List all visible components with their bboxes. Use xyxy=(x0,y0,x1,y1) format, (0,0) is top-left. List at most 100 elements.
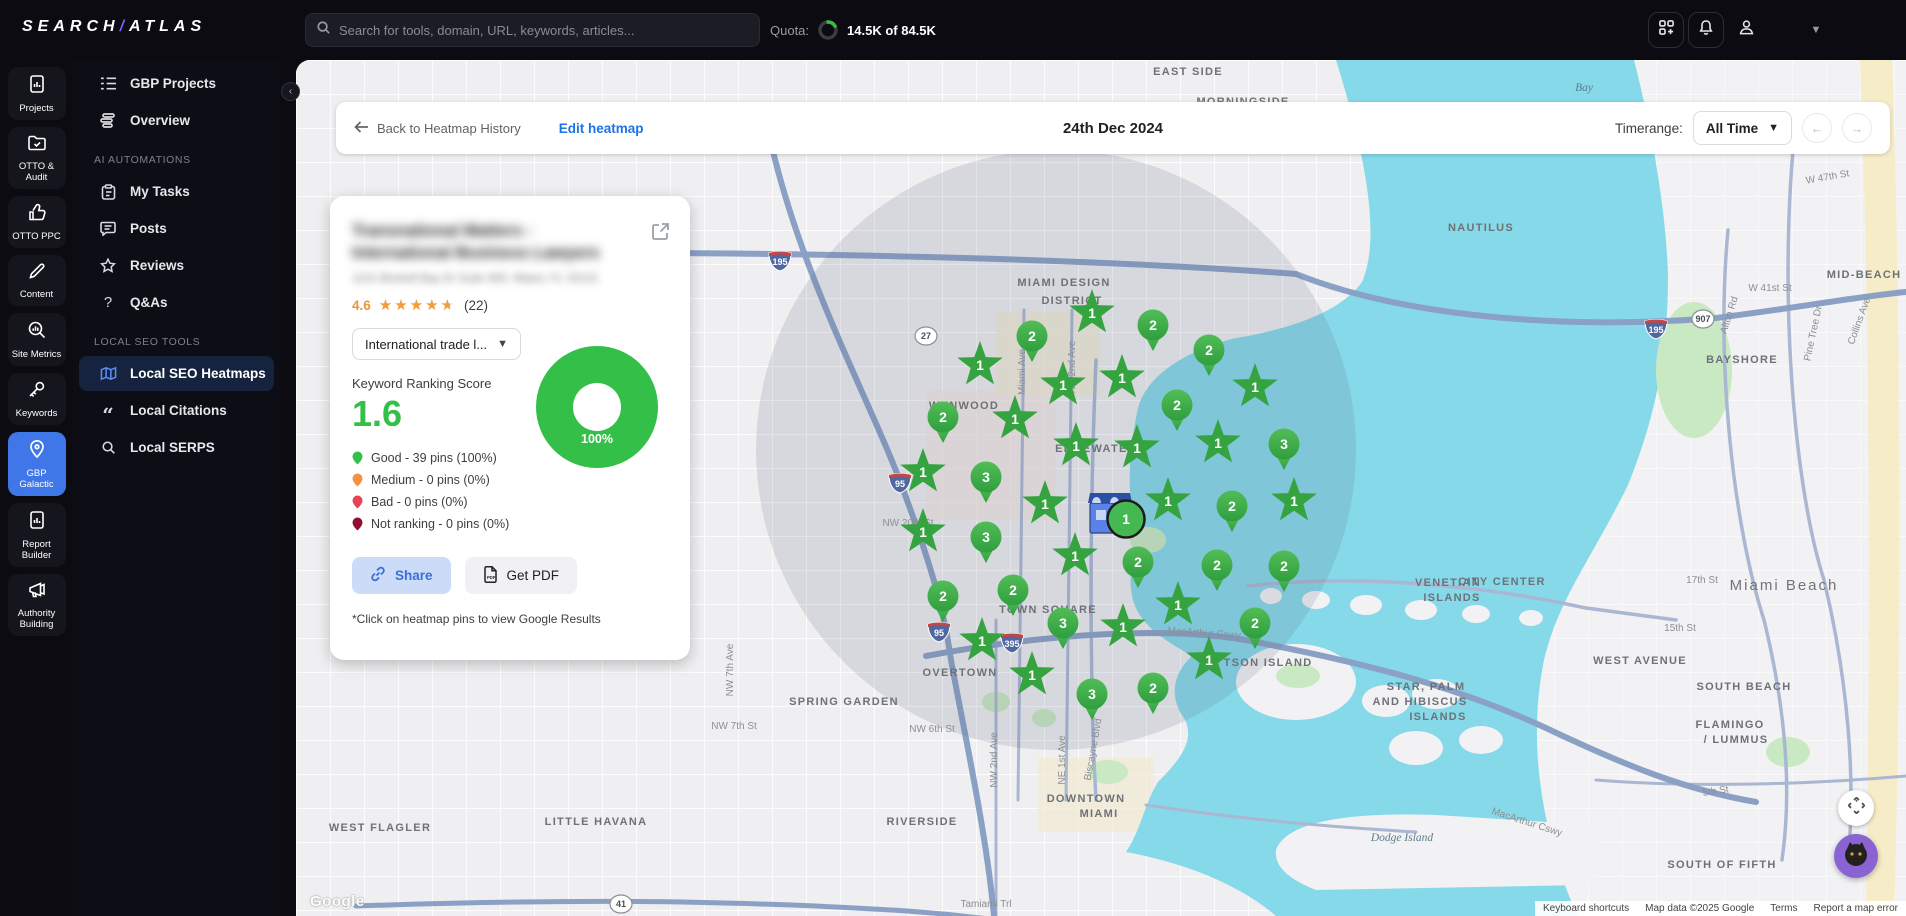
svg-text:95: 95 xyxy=(895,479,905,489)
business-pin-badge[interactable]: 1 xyxy=(1108,501,1145,538)
back-to-history-link[interactable]: Back to Heatmap History xyxy=(354,121,521,136)
link-icon xyxy=(370,566,386,585)
map-label: Dodge Island xyxy=(1370,832,1434,844)
rail-item-content[interactable]: Content xyxy=(8,255,66,306)
timerange-select[interactable]: All Time ▼ xyxy=(1693,111,1792,145)
route-shield: 27 xyxy=(915,327,937,345)
sidebar-item-reviews[interactable]: Reviews xyxy=(79,248,274,283)
svg-text:2: 2 xyxy=(1134,554,1142,570)
sidebar-item-label: Local SEO Heatmaps xyxy=(130,366,266,381)
get-pdf-label: Get PDF xyxy=(507,568,560,583)
legend-label: Good - 39 pins (100%) xyxy=(371,451,497,465)
get-pdf-button[interactable]: PDF Get PDF xyxy=(465,557,578,594)
rail-item-label: Content xyxy=(20,289,53,300)
clipboard-icon xyxy=(99,184,117,200)
attribution-item[interactable]: Keyboard shortcuts xyxy=(1535,901,1637,916)
heatmap-header-bar: Back to Heatmap History Edit heatmap 24t… xyxy=(336,102,1890,154)
logo-slash-icon: / xyxy=(120,18,129,35)
search-input[interactable] xyxy=(339,23,749,38)
sidebar-item-qas[interactable]: ? Q&As xyxy=(79,285,274,320)
chat-widget-button[interactable] xyxy=(1834,834,1878,878)
rail-item-label: OTTO PPC xyxy=(12,231,60,242)
map-canvas[interactable]: EAST SIDEMORNINGSIDEBayW 47th StNAUTILUS… xyxy=(296,60,1906,916)
global-search[interactable] xyxy=(305,13,760,47)
external-link-icon[interactable] xyxy=(651,222,670,246)
app-logo: SEARCH/ATLAS xyxy=(22,18,206,36)
account-menu-caret[interactable]: ▼ xyxy=(1798,12,1834,48)
map-label: DOWNTOWN xyxy=(1047,793,1126,805)
back-link-label: Back to Heatmap History xyxy=(377,121,521,136)
search-chart-icon xyxy=(27,320,47,345)
sidebar-item-local-seo-heatmaps[interactable]: Local SEO Heatmaps xyxy=(79,356,274,391)
svg-text:1: 1 xyxy=(976,357,984,373)
rail-item-keywords[interactable]: Keywords xyxy=(8,373,66,425)
sidebar-item-my-tasks[interactable]: My Tasks xyxy=(79,174,274,209)
map-label: Bay xyxy=(1575,82,1594,94)
sidebar-item-overview[interactable]: Overview xyxy=(79,103,274,138)
quota-indicator: Quota: 14.5K of 84.5K xyxy=(770,0,936,60)
account-button[interactable] xyxy=(1728,12,1764,48)
next-date-button[interactable]: → xyxy=(1842,113,1872,143)
keyword-dropdown[interactable]: International trade l... ▼ xyxy=(352,328,521,360)
list-icon xyxy=(99,76,117,91)
sidebar: GBP Projects Overview AI AUTOMATIONS My … xyxy=(73,60,280,916)
map-label: 17th St xyxy=(1686,575,1718,586)
ranking-donut-chart: 100% xyxy=(536,346,658,468)
map-label: VENETIAN xyxy=(1415,577,1481,589)
svg-text:3: 3 xyxy=(982,469,990,485)
rail-item-site-metrics[interactable]: Site Metrics xyxy=(8,313,66,366)
map-label: Miami Beach xyxy=(1730,577,1839,594)
donut-hole xyxy=(573,383,621,431)
legend-label: Not ranking - 0 pins (0%) xyxy=(371,517,509,531)
rail-item-gbp-galactic[interactable]: GBP Galactic xyxy=(8,432,66,496)
pdf-file-icon: PDF xyxy=(483,566,498,586)
sidebar-item-label: Posts xyxy=(130,221,167,236)
svg-text:41: 41 xyxy=(616,899,626,909)
map-label: ISLANDS xyxy=(1423,592,1480,604)
map-label: OVERTOWN xyxy=(923,667,998,679)
sidebar-item-local-citations[interactable]: “ Local Citations xyxy=(79,393,274,428)
svg-text:907: 907 xyxy=(1695,314,1710,324)
svg-text:1: 1 xyxy=(1088,305,1096,321)
business-name-blurred: Transnational Matters -International Bus… xyxy=(352,220,642,264)
sidebar-collapse-button[interactable]: ‹ xyxy=(281,82,300,101)
svg-text:2: 2 xyxy=(939,588,947,604)
rail-item-otto-ppc[interactable]: OTTO PPC xyxy=(8,196,66,248)
sidebar-item-local-serps[interactable]: Local SERPS xyxy=(79,430,274,465)
sidebar-item-posts[interactable]: Posts xyxy=(79,211,274,246)
attribution-item[interactable]: Map data ©2025 Google xyxy=(1637,901,1762,916)
rail-item-authority-building[interactable]: Authority Building xyxy=(8,574,66,636)
attribution-item[interactable]: Terms xyxy=(1762,901,1805,916)
map-label: / LUMMUS xyxy=(1704,734,1769,746)
svg-text:1: 1 xyxy=(1251,379,1259,395)
prev-date-button[interactable]: ← xyxy=(1802,113,1832,143)
svg-text:27: 27 xyxy=(921,331,931,341)
route-shield: 907 xyxy=(1692,310,1714,328)
rating-value: 4.6 xyxy=(352,298,371,313)
legend-label: Bad - 0 pins (0%) xyxy=(371,495,468,509)
sidebar-item-gbp-projects[interactable]: GBP Projects xyxy=(79,66,274,101)
apps-grid-button[interactable] xyxy=(1648,12,1684,48)
rail-item-projects[interactable]: Projects xyxy=(8,67,66,120)
map-pin-icon xyxy=(28,439,46,464)
map-fullscreen-button[interactable] xyxy=(1838,790,1874,826)
svg-text:2: 2 xyxy=(1173,397,1181,413)
map-label: 15th St xyxy=(1664,623,1696,634)
share-button[interactable]: Share xyxy=(352,557,451,594)
svg-text:95: 95 xyxy=(934,628,944,638)
rail-item-label: OTTO & Audit xyxy=(10,161,64,183)
rail-item-report-builder[interactable]: Report Builder xyxy=(8,503,66,567)
edit-heatmap-link[interactable]: Edit heatmap xyxy=(559,121,644,136)
svg-text:2: 2 xyxy=(1149,680,1157,696)
pin-marker-icon xyxy=(352,495,363,509)
grid-plus-icon xyxy=(1658,19,1675,41)
svg-text:3: 3 xyxy=(1280,436,1288,452)
rail-item-otto-audit[interactable]: OTTO & Audit xyxy=(8,127,66,189)
top-bar: SEARCH/ATLAS Quota: 14.5K of 84.5K ▼ xyxy=(0,0,1906,60)
svg-text:195: 195 xyxy=(1648,325,1663,335)
sidebar-item-label: My Tasks xyxy=(130,184,190,199)
rating-stars-icon: ★★★★★★★★★★ xyxy=(379,298,456,313)
notifications-button[interactable] xyxy=(1688,12,1724,48)
svg-text:1: 1 xyxy=(978,633,986,649)
attribution-item[interactable]: Report a map error xyxy=(1806,901,1906,916)
